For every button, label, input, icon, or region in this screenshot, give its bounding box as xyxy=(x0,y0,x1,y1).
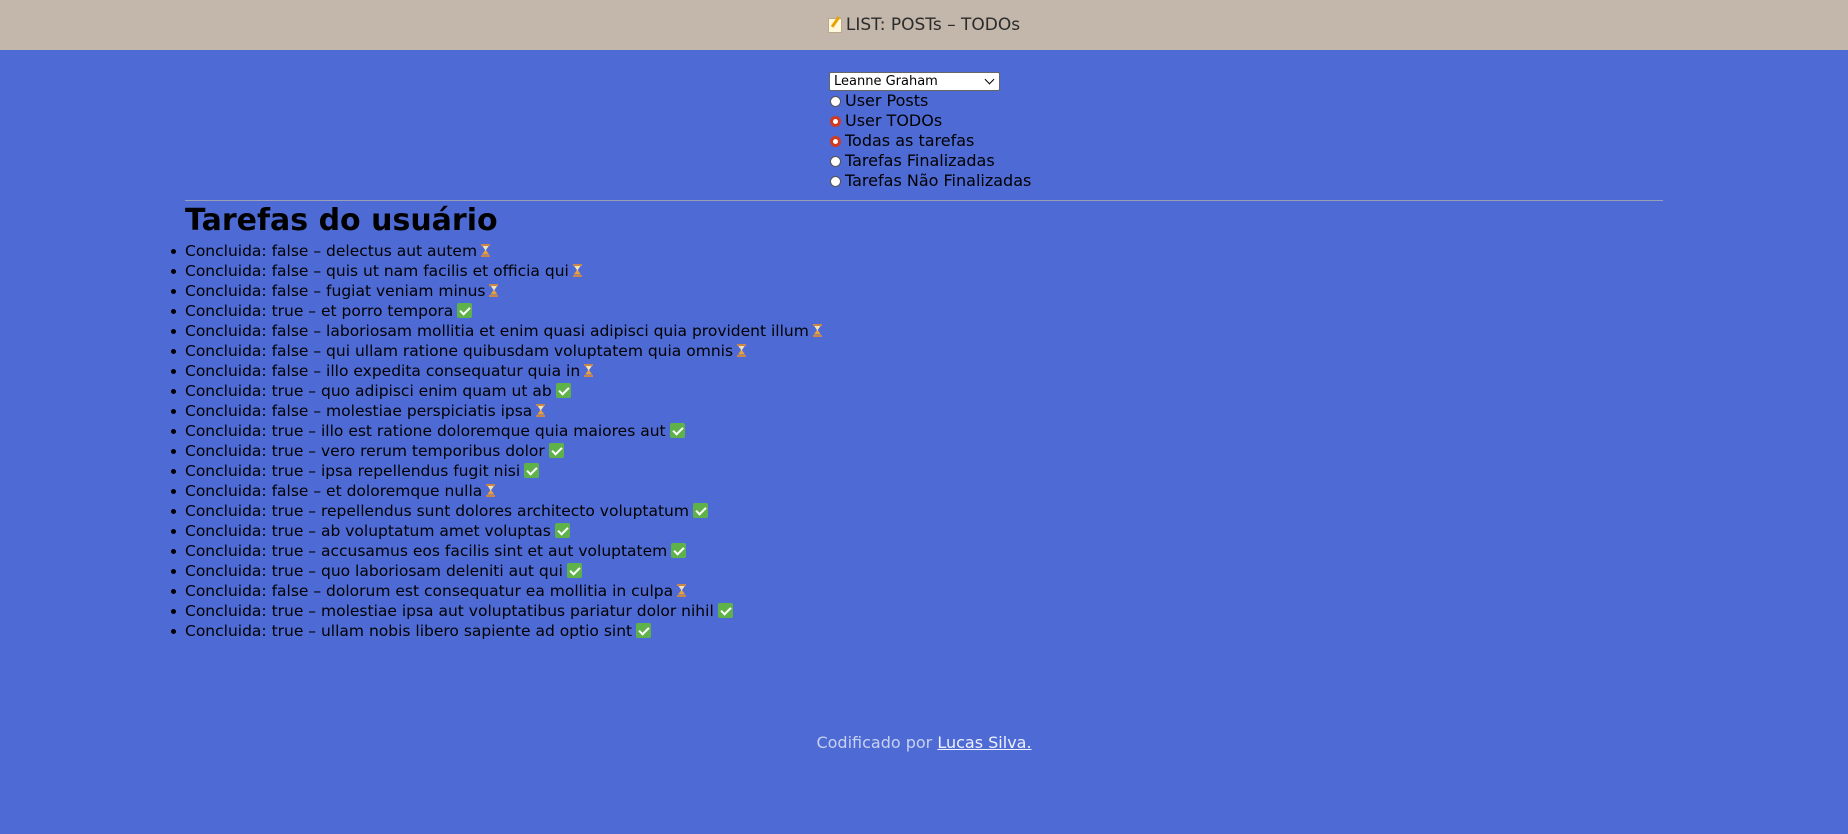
author-link[interactable]: Lucas Silva. xyxy=(937,733,1031,752)
hourglass-icon xyxy=(812,323,822,337)
filter-controls: Leanne Graham User Posts User TODOs Todas … xyxy=(829,72,1031,191)
todo-text: Concluida: false – delectus aut autem xyxy=(185,242,478,260)
todo-text: Concluida: false – fugiat veniam minus xyxy=(185,282,486,300)
hourglass-icon xyxy=(584,363,594,377)
check-mark-icon xyxy=(554,522,570,538)
hourglass-icon xyxy=(737,343,747,357)
radio-option[interactable]: User Posts xyxy=(829,91,1031,111)
hourglass-icon xyxy=(572,263,582,277)
todo-item: Concluida: true – ipsa repellendus fugit… xyxy=(171,461,822,481)
radio-label: Tarefas Não Finalizadas xyxy=(845,171,1032,190)
todo-text: Concluida: false – illo expedita consequ… xyxy=(185,362,581,380)
check-mark-icon xyxy=(636,622,652,638)
chevron-down-icon xyxy=(984,74,995,85)
hourglass-icon xyxy=(486,483,496,497)
todo-item: Concluida: true – vero rerum temporibus … xyxy=(171,441,822,461)
todo-item: Concluida: true – ab voluptatum amet vol… xyxy=(171,521,822,541)
footer: Codificado por Lucas Silva. xyxy=(0,733,1848,752)
todo-item: Concluida: false – molestiae perspiciati… xyxy=(171,401,822,421)
check-mark-icon xyxy=(717,602,733,618)
todo-item: Concluida: true – accusamus eos facilis … xyxy=(171,541,822,561)
radio-button[interactable] xyxy=(830,115,841,127)
hourglass-icon xyxy=(677,583,687,597)
todo-text: Concluida: true – ullam nobis libero sap… xyxy=(185,622,633,640)
check-mark-icon xyxy=(669,422,685,438)
todo-item: Concluida: false – illo expedita consequ… xyxy=(171,361,822,381)
todo-text: Concluida: false – et doloremque nulla xyxy=(185,482,483,500)
todo-text: Concluida: true – quo adipisci enim quam… xyxy=(185,382,552,400)
todo-text: Concluida: false – dolorum est consequat… xyxy=(185,582,674,600)
check-mark-icon xyxy=(693,502,708,518)
section-title: Tarefas do usuário xyxy=(185,203,498,238)
memo-icon xyxy=(827,17,842,33)
radio-button[interactable] xyxy=(830,175,841,187)
radio-option[interactable]: Todas as tarefas xyxy=(829,131,1031,151)
user-select[interactable]: Leanne Graham xyxy=(829,72,1000,91)
todo-item: Concluida: false – delectus aut autem xyxy=(171,241,822,261)
check-mark-icon xyxy=(457,302,473,318)
radio-label: User Posts xyxy=(845,91,929,110)
todo-item: Concluida: true – molestiae ipsa aut vol… xyxy=(171,601,822,621)
todo-item: Concluida: false – laboriosam mollitia e… xyxy=(171,321,822,341)
radio-option[interactable]: Tarefas Não Finalizadas xyxy=(829,171,1031,191)
todo-text: Concluida: false – molestiae perspiciati… xyxy=(185,402,533,420)
radio-option[interactable]: Tarefas Finalizadas xyxy=(829,151,1031,171)
todo-text: Concluida: true – quo laboriosam delenit… xyxy=(185,562,563,580)
todo-item: Concluida: false – dolorum est consequat… xyxy=(171,581,822,601)
todo-text: Concluida: false – qui ullam ratione qui… xyxy=(185,342,734,360)
todo-text: Concluida: true – vero rerum temporibus … xyxy=(185,442,545,460)
divider xyxy=(185,200,1663,201)
todo-item: Concluida: true – quo adipisci enim quam… xyxy=(171,381,822,401)
todo-text: Concluida: true – ipsa repellendus fugit… xyxy=(185,462,521,480)
hourglass-icon xyxy=(481,243,491,257)
check-mark-icon xyxy=(555,382,571,398)
todo-item: Concluida: false – quis ut nam facilis e… xyxy=(171,261,822,281)
todo-text: Concluida: true – accusamus eos facilis … xyxy=(185,542,668,560)
todo-item: Concluida: true – ullam nobis libero sap… xyxy=(171,621,822,641)
todo-text: Concluida: true – ab voluptatum amet vol… xyxy=(185,522,551,540)
todo-item: Concluida: true – repellendus sunt dolor… xyxy=(171,501,822,521)
check-mark-icon xyxy=(524,462,540,478)
radio-button[interactable] xyxy=(830,95,841,107)
todo-item: Concluida: true – quo laboriosam delenit… xyxy=(171,561,822,581)
radio-label: Tarefas Finalizadas xyxy=(845,151,995,170)
hourglass-icon xyxy=(536,403,546,417)
todo-item: Concluida: true – illo est ratione dolor… xyxy=(171,421,822,441)
check-mark-icon xyxy=(671,542,687,558)
todo-text: Concluida: true – molestiae ipsa aut vol… xyxy=(185,602,714,620)
todo-text: Concluida: false – quis ut nam facilis e… xyxy=(185,262,569,280)
todo-item: Concluida: false – fugiat veniam minus xyxy=(171,281,822,301)
user-select-value: Leanne Graham xyxy=(834,74,938,89)
view-radio-group: User Posts User TODOs Todas as tarefas Tare… xyxy=(829,91,1031,191)
todo-text: Concluida: true – repellendus sunt dolor… xyxy=(185,502,689,520)
todo-item: Concluida: false – qui ullam ratione qui… xyxy=(171,341,822,361)
check-mark-icon xyxy=(566,562,582,578)
radio-button[interactable] xyxy=(830,155,841,167)
radio-label: Todas as tarefas xyxy=(845,131,975,150)
footer-credit: Codificado por xyxy=(816,733,933,752)
hourglass-icon xyxy=(489,283,499,297)
todo-item: Concluida: true – et porro tempora xyxy=(171,301,822,321)
check-mark-icon xyxy=(548,442,564,458)
todo-list: Concluida: false – delectus aut autem Con… xyxy=(171,241,822,641)
radio-label: User TODOs xyxy=(845,111,943,130)
radio-option[interactable]: User TODOs xyxy=(829,111,1031,131)
page-title: LIST: POSTs – TODOs xyxy=(845,15,1021,35)
todo-text: Concluida: true – et porro tempora xyxy=(185,302,454,320)
header-bar: LIST: POSTs – TODOs xyxy=(0,0,1848,50)
todo-text: Concluida: false – laboriosam mollitia e… xyxy=(185,322,809,340)
todo-item: Concluida: false – et doloremque nulla xyxy=(171,481,822,501)
todo-text: Concluida: true – illo est ratione dolor… xyxy=(185,422,666,440)
radio-button[interactable] xyxy=(830,135,841,147)
